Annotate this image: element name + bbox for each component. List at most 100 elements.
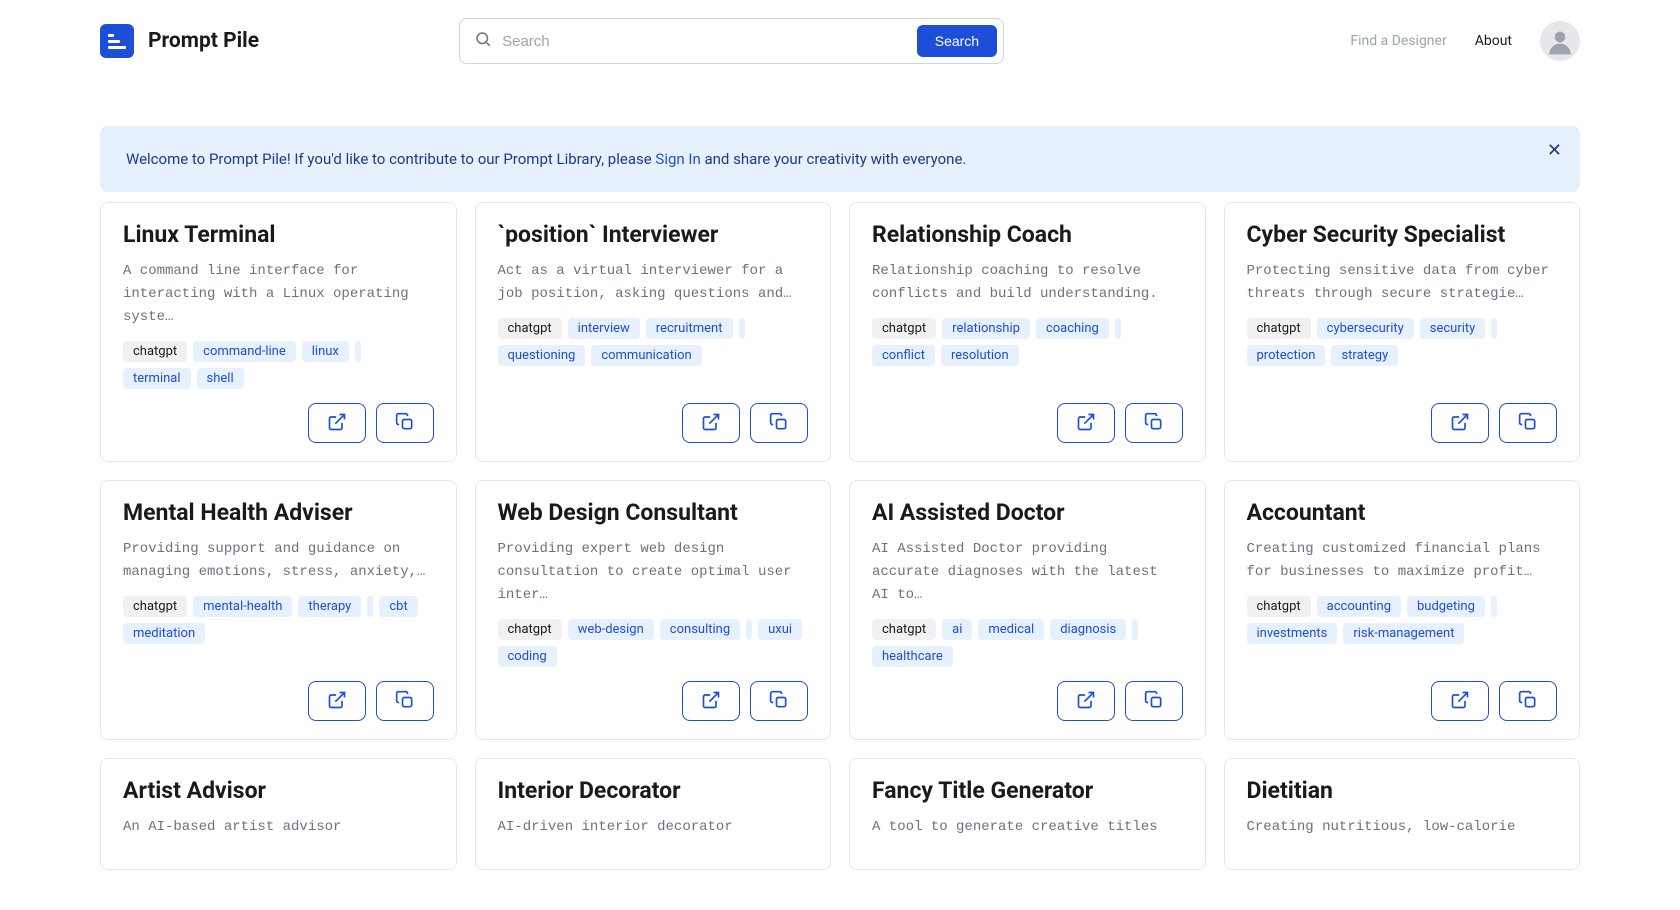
open-button[interactable] xyxy=(682,403,740,443)
card-title[interactable]: Linux Terminal xyxy=(123,221,434,250)
card-title[interactable]: AI Assisted Doctor xyxy=(872,499,1183,528)
banner-close-button[interactable]: ✕ xyxy=(1547,140,1562,161)
tag[interactable]: relationship xyxy=(942,318,1030,339)
card-tags: chatgpt accounting budgeting investmentsris… xyxy=(1247,596,1558,644)
prompt-card: Fancy Title GeneratorA tool to generate … xyxy=(849,758,1206,870)
nav-find-designer[interactable]: Find a Designer xyxy=(1350,33,1446,49)
copy-button[interactable] xyxy=(1125,403,1183,443)
banner-signin-link[interactable]: Sign In xyxy=(655,150,700,168)
tag[interactable]: terminal xyxy=(123,368,191,389)
tag[interactable]: chatgpt xyxy=(498,619,562,640)
open-button[interactable] xyxy=(308,681,366,721)
copy-icon xyxy=(1144,690,1164,713)
tag[interactable]: therapy xyxy=(298,596,361,617)
open-button[interactable] xyxy=(1431,681,1489,721)
tag[interactable]: strategy xyxy=(1331,345,1398,366)
tag[interactable]: protection xyxy=(1247,345,1326,366)
open-button[interactable] xyxy=(682,681,740,721)
tag[interactable]: investments xyxy=(1247,623,1338,644)
tag[interactable]: resolution xyxy=(941,345,1019,366)
open-button[interactable] xyxy=(1431,403,1489,443)
tag[interactable]: coaching xyxy=(1036,318,1109,339)
card-description: Act as a virtual interviewer for a job p… xyxy=(498,260,809,306)
card-title[interactable]: `position` Interviewer xyxy=(498,221,809,250)
tag[interactable]: chatgpt xyxy=(123,596,187,617)
open-button[interactable] xyxy=(1057,681,1115,721)
copy-button[interactable] xyxy=(376,681,434,721)
card-title[interactable]: Relationship Coach xyxy=(872,221,1183,250)
tag[interactable]: healthcare xyxy=(872,646,953,667)
prompt-card: Web Design Consultant Providing expert we… xyxy=(475,480,832,740)
tag[interactable]: chatgpt xyxy=(872,318,936,339)
open-button[interactable] xyxy=(308,403,366,443)
tag[interactable]: consulting xyxy=(660,619,740,640)
tag[interactable]: coding xyxy=(498,646,557,667)
search-button[interactable]: Search xyxy=(917,25,997,57)
card-description: AI-driven interior decorator xyxy=(498,816,809,839)
tag[interactable]: meditation xyxy=(123,623,205,644)
prompt-card: Mental Health AdviserProviding support a… xyxy=(100,480,457,740)
logo-text: Prompt Pile xyxy=(148,29,259,53)
tag[interactable]: accounting xyxy=(1317,596,1401,617)
tag[interactable]: chatgpt xyxy=(1247,596,1311,617)
card-tags: chatgpt command-line linux terminal shell xyxy=(123,341,434,389)
prompt-card: Accountant Creating customized financial … xyxy=(1224,480,1581,740)
tag[interactable]: chatgpt xyxy=(1247,318,1311,339)
tag[interactable]: communication xyxy=(591,345,701,366)
tag[interactable]: uxui xyxy=(758,619,802,640)
tag[interactable]: questioning xyxy=(498,345,586,366)
tag[interactable]: diagnosis xyxy=(1050,619,1126,640)
tag[interactable]: chatgpt xyxy=(123,341,187,362)
card-description: Creating customized financial plans for … xyxy=(1247,538,1558,584)
tag[interactable]: chatgpt xyxy=(498,318,562,339)
card-actions xyxy=(123,403,434,443)
card-title[interactable]: Web Design Consultant xyxy=(498,499,809,528)
search-input[interactable] xyxy=(502,33,917,50)
tag[interactable]: linux xyxy=(302,341,349,362)
copy-button[interactable] xyxy=(1499,403,1557,443)
card-title[interactable]: Mental Health Adviser xyxy=(123,499,434,528)
copy-button[interactable] xyxy=(750,681,808,721)
copy-button[interactable] xyxy=(1125,681,1183,721)
copy-icon xyxy=(769,690,789,713)
tag[interactable]: shell xyxy=(197,368,244,389)
tag[interactable]: conflict xyxy=(872,345,935,366)
card-title[interactable]: Artist Advisor xyxy=(123,777,434,806)
tag[interactable]: interview xyxy=(568,318,640,339)
copy-button[interactable] xyxy=(1499,681,1557,721)
tag[interactable]: command-line xyxy=(193,341,296,362)
tag[interactable]: ai xyxy=(942,619,972,640)
card-title[interactable]: Dietitian xyxy=(1247,777,1558,806)
nav-about[interactable]: About xyxy=(1475,33,1512,49)
external-link-icon xyxy=(327,412,347,435)
avatar[interactable] xyxy=(1540,21,1580,61)
card-tags: chatgpt interview recruitment questioningco… xyxy=(498,318,809,366)
tag[interactable]: recruitment xyxy=(646,318,733,339)
card-tags: chatgpt ai medical diagnosis healthcare xyxy=(872,619,1183,667)
search-bar: Search xyxy=(459,18,1004,64)
card-description: Providing expert web design consultation… xyxy=(498,538,809,607)
card-description: Relationship coaching to resolve conflic… xyxy=(872,260,1183,306)
card-description: A command line interface for interacting… xyxy=(123,260,434,329)
logo[interactable]: Prompt Pile xyxy=(100,24,259,58)
tag[interactable]: medical xyxy=(978,619,1044,640)
card-title[interactable]: Cyber Security Specialist xyxy=(1247,221,1558,250)
tag[interactable]: mental-health xyxy=(193,596,292,617)
welcome-banner: Welcome to Prompt Pile! If you'd like to… xyxy=(100,126,1580,192)
card-title[interactable]: Fancy Title Generator xyxy=(872,777,1183,806)
copy-button[interactable] xyxy=(376,403,434,443)
tag[interactable]: risk-management xyxy=(1343,623,1464,644)
tag[interactable]: cbt xyxy=(379,596,417,617)
tag[interactable]: budgeting xyxy=(1407,596,1485,617)
copy-button[interactable] xyxy=(750,403,808,443)
tag[interactable]: security xyxy=(1420,318,1486,339)
card-title[interactable]: Interior Decorator xyxy=(498,777,809,806)
card-title[interactable]: Accountant xyxy=(1247,499,1558,528)
card-tags: chatgpt cybersecurity security protectionst… xyxy=(1247,318,1558,366)
card-description: Protecting sensitive data from cyber thr… xyxy=(1247,260,1558,306)
external-link-icon xyxy=(327,690,347,713)
open-button[interactable] xyxy=(1057,403,1115,443)
tag[interactable]: web-design xyxy=(568,619,654,640)
tag[interactable]: chatgpt xyxy=(872,619,936,640)
tag[interactable]: cybersecurity xyxy=(1317,318,1414,339)
